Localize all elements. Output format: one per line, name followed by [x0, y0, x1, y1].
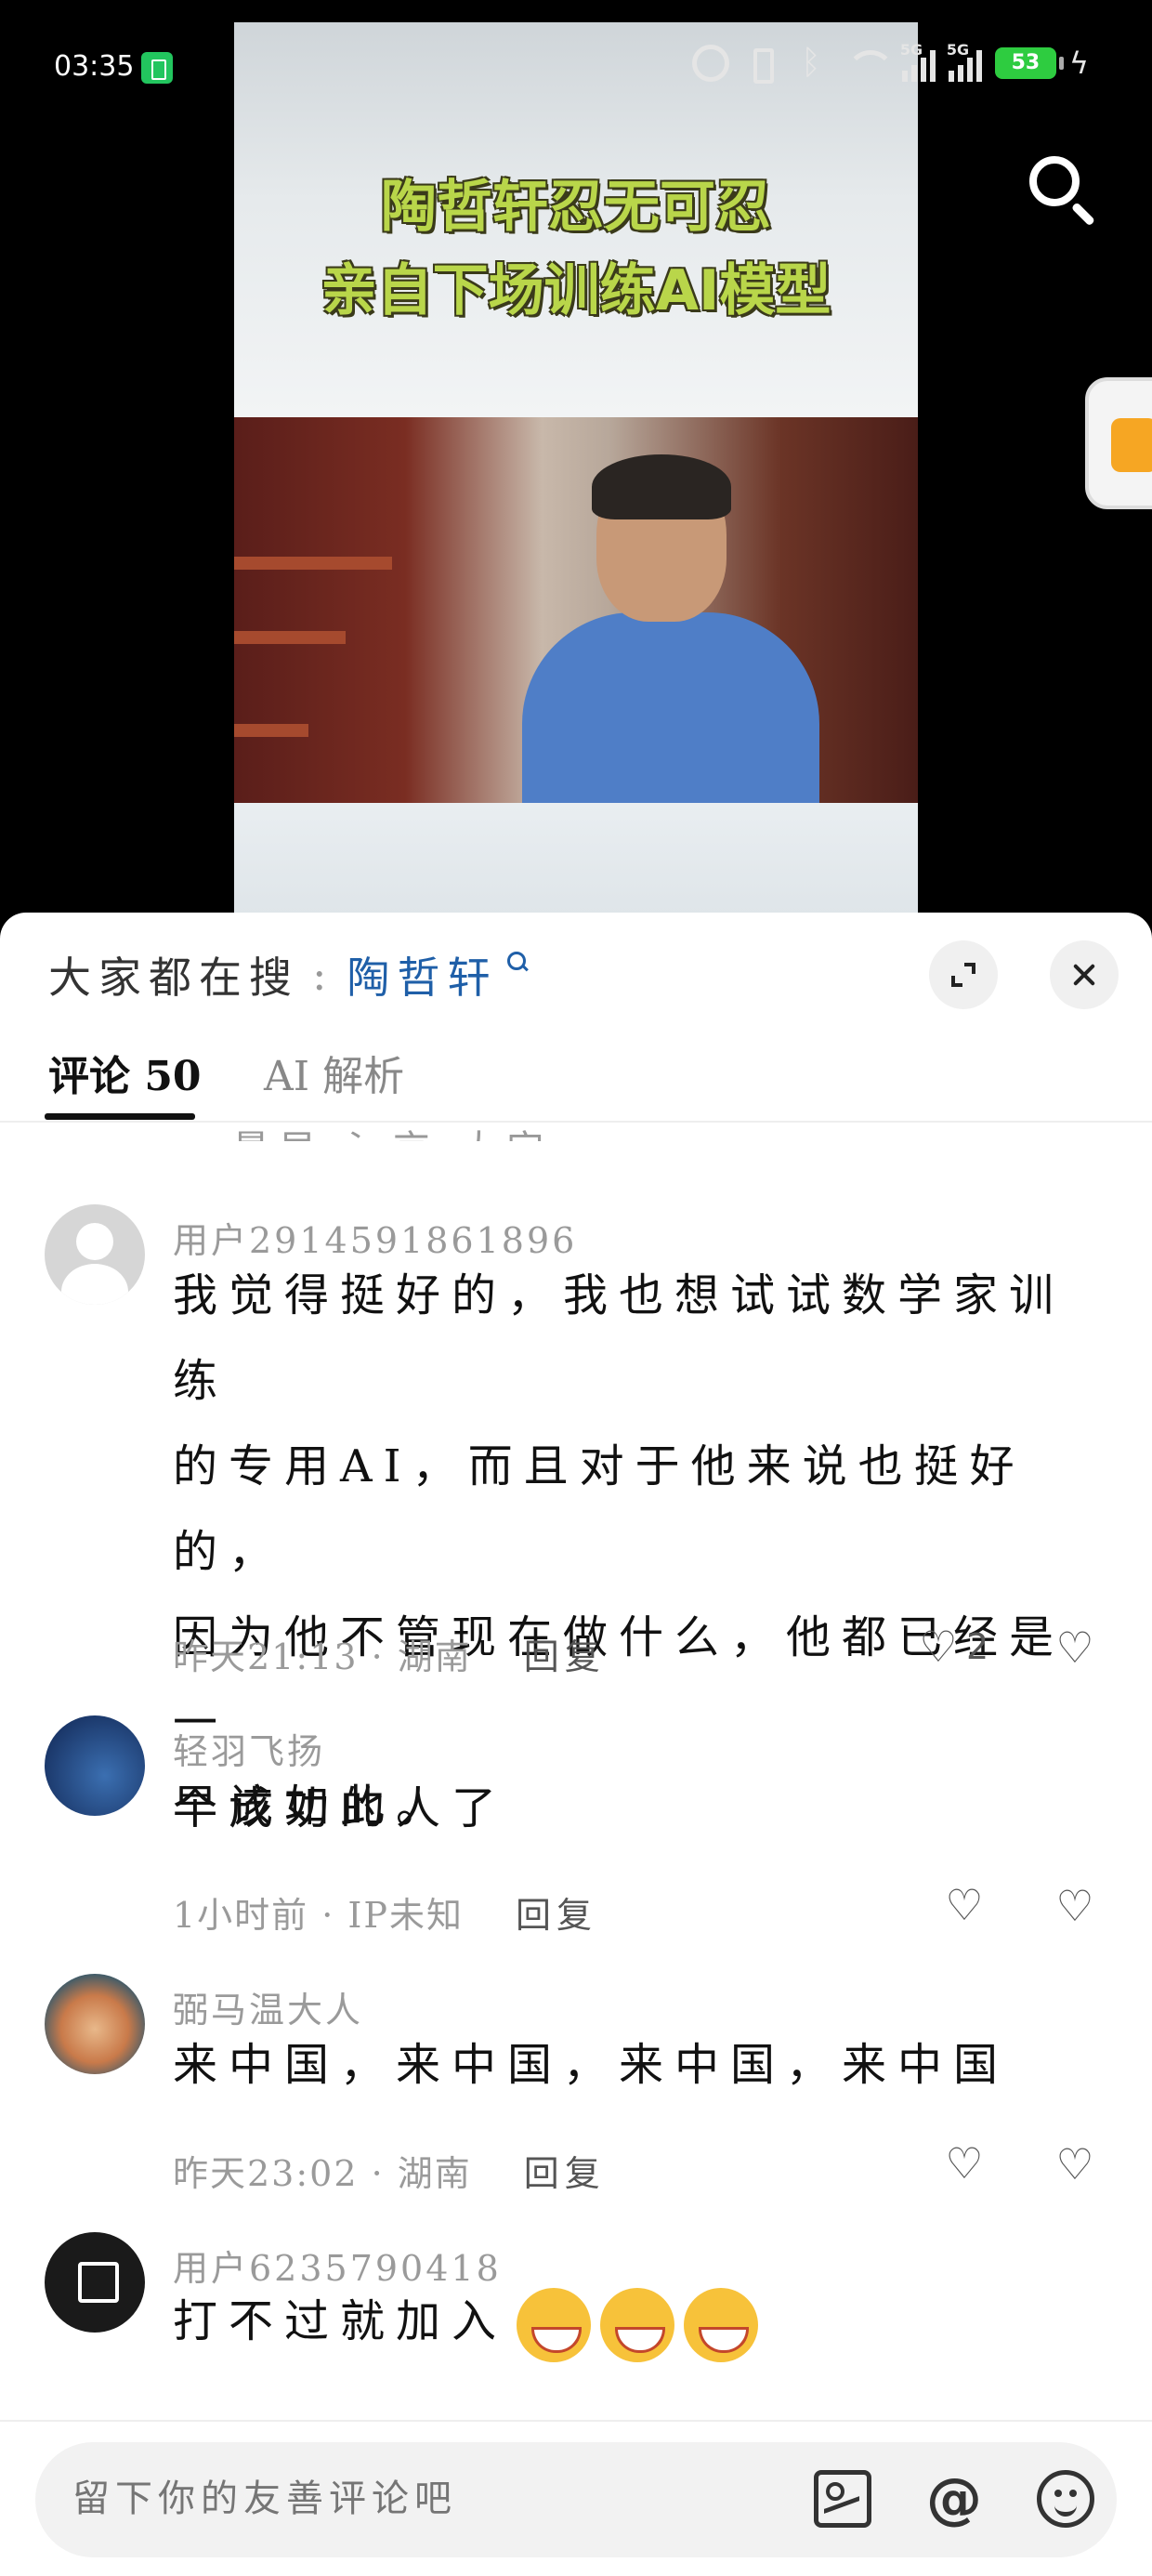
- like-button[interactable]: ♡: [944, 1880, 985, 1930]
- battery-icon: 53: [994, 47, 1064, 79]
- comment-input[interactable]: [72, 2468, 779, 2530]
- search-icon[interactable]: [1022, 149, 1096, 227]
- like-button[interactable]: ♡: [944, 2138, 985, 2188]
- reply-button[interactable]: 回复: [524, 1628, 606, 1679]
- comment-input-bar: @: [0, 2420, 1152, 2576]
- reply-button[interactable]: 回复: [516, 1886, 597, 1938]
- video-title-line2: 亲自下场训练AI模型: [321, 258, 831, 323]
- comment-time-location: 1小时前 · IP未知: [173, 1895, 464, 1936]
- video-player[interactable]: 陶哲轩忍无可忍 亲自下场训练AI模型: [234, 22, 918, 914]
- video-bottom: [234, 803, 918, 914]
- grin-emoji-icon: [600, 2287, 675, 2362]
- expand-icon: [951, 976, 962, 987]
- dislike-icon[interactable]: ♡: [1052, 2141, 1098, 2188]
- dislike-icon[interactable]: ♡: [1052, 1883, 1098, 1929]
- like-count: 2: [966, 1626, 989, 1667]
- image-icon[interactable]: [814, 2470, 871, 2528]
- video-frame: [234, 417, 918, 808]
- tab-comments[interactable]: 评论 50: [48, 1043, 202, 1102]
- status-icons: ᛒ 5G 5G 53 ϟ: [691, 41, 1089, 84]
- avatar[interactable]: [45, 1204, 145, 1305]
- heart-icon: ♡: [919, 1622, 958, 1672]
- speed-icon: [691, 45, 729, 82]
- comment-line: 我觉得挺好的，我也想试试数学家训练: [173, 1269, 1066, 1407]
- comment-line: 早该如此。: [173, 1781, 452, 1833]
- comment-meta: 昨天21:13 · 湖南 回复: [173, 1628, 606, 1679]
- cut-off-text: 最早 氵京 大定: [232, 1119, 553, 1141]
- person-hair: [592, 454, 731, 519]
- comment-meta: 1小时前 · IP未知 回复: [173, 1886, 597, 1938]
- battery-saver-icon: [141, 52, 173, 84]
- video-title-line1: 陶哲轩忍无可忍: [381, 175, 771, 240]
- comment-input-box[interactable]: @: [35, 2442, 1117, 2557]
- comment-time-location: 昨天21:13 · 湖南: [173, 1636, 472, 1677]
- emoji-icon[interactable]: [1037, 2470, 1094, 2528]
- hot-search-label: 大家都在搜: [48, 953, 299, 1003]
- avatar[interactable]: [45, 2232, 145, 2333]
- decor-stripe: [234, 724, 308, 737]
- comment-content: 打不过就加入: [173, 2279, 1083, 2364]
- comment-meta: 昨天23:02 · 湖南 回复: [173, 2145, 606, 2196]
- bluetooth-icon: ᛒ: [801, 44, 821, 82]
- status-time: 03:35: [54, 50, 135, 83]
- like-button[interactable]: ♡ 2: [918, 1622, 989, 1672]
- hot-search[interactable]: 大家都在搜 : 陶哲轩: [48, 944, 533, 1005]
- reply-button[interactable]: 回复: [524, 2145, 606, 2196]
- comment-line: 打不过就加入: [173, 2279, 1083, 2364]
- person-figure: [522, 612, 819, 808]
- floating-widget[interactable]: [1085, 377, 1152, 509]
- dislike-icon[interactable]: ♡: [1052, 1624, 1098, 1671]
- hot-search-colon: :: [312, 950, 334, 1000]
- comment-content: 来中国，来中国，来中国，来中国: [173, 2022, 1083, 2108]
- vibrate-icon: [742, 45, 779, 84]
- search-small-icon: [505, 950, 533, 978]
- charging-icon: ϟ: [1068, 46, 1089, 81]
- tab-indicator: [45, 1113, 195, 1120]
- decor-stripe: [234, 631, 346, 644]
- heart-icon: ♡: [945, 1880, 984, 1930]
- signal-icon-2: 5G: [947, 41, 982, 82]
- avatar[interactable]: [45, 1715, 145, 1816]
- hot-search-keyword[interactable]: 陶哲轩: [347, 944, 498, 1005]
- decor-stripe: [234, 557, 392, 570]
- grin-emoji-icon: [517, 2287, 592, 2362]
- comment-line: 来中国，来中国，来中国，来中国: [173, 2039, 1010, 2091]
- comment-time-location: 昨天23:02 · 湖南: [173, 2153, 472, 2194]
- at-icon[interactable]: @: [925, 2470, 983, 2528]
- close-button[interactable]: [1050, 940, 1119, 1009]
- crown-icon: [1111, 418, 1152, 472]
- comment-text: 打不过就加入: [173, 2295, 508, 2347]
- wifi-icon: [843, 45, 895, 82]
- heart-icon: ♡: [945, 2138, 984, 2188]
- comment-line: 的专用AI，而且对于他来说也挺好的，: [173, 1440, 1026, 1578]
- tab-bar: 评论 50 AI 解析: [0, 1033, 1152, 1123]
- signal-icon-1: 5G: [900, 41, 936, 82]
- grin-emoji-icon: [684, 2287, 759, 2362]
- status-bar: 03:35 ᛒ 5G 5G 53 ϟ: [0, 0, 1152, 139]
- avatar[interactable]: [45, 1974, 145, 2074]
- comment-sheet: 大家都在搜 : 陶哲轩 评论 50 AI 解析 最早 氵京 大定 用户29145…: [0, 913, 1152, 2576]
- tab-ai-analysis[interactable]: AI 解析: [264, 1043, 404, 1102]
- expand-button[interactable]: [929, 940, 998, 1009]
- comment-content: 早该如此。: [173, 1764, 1083, 1849]
